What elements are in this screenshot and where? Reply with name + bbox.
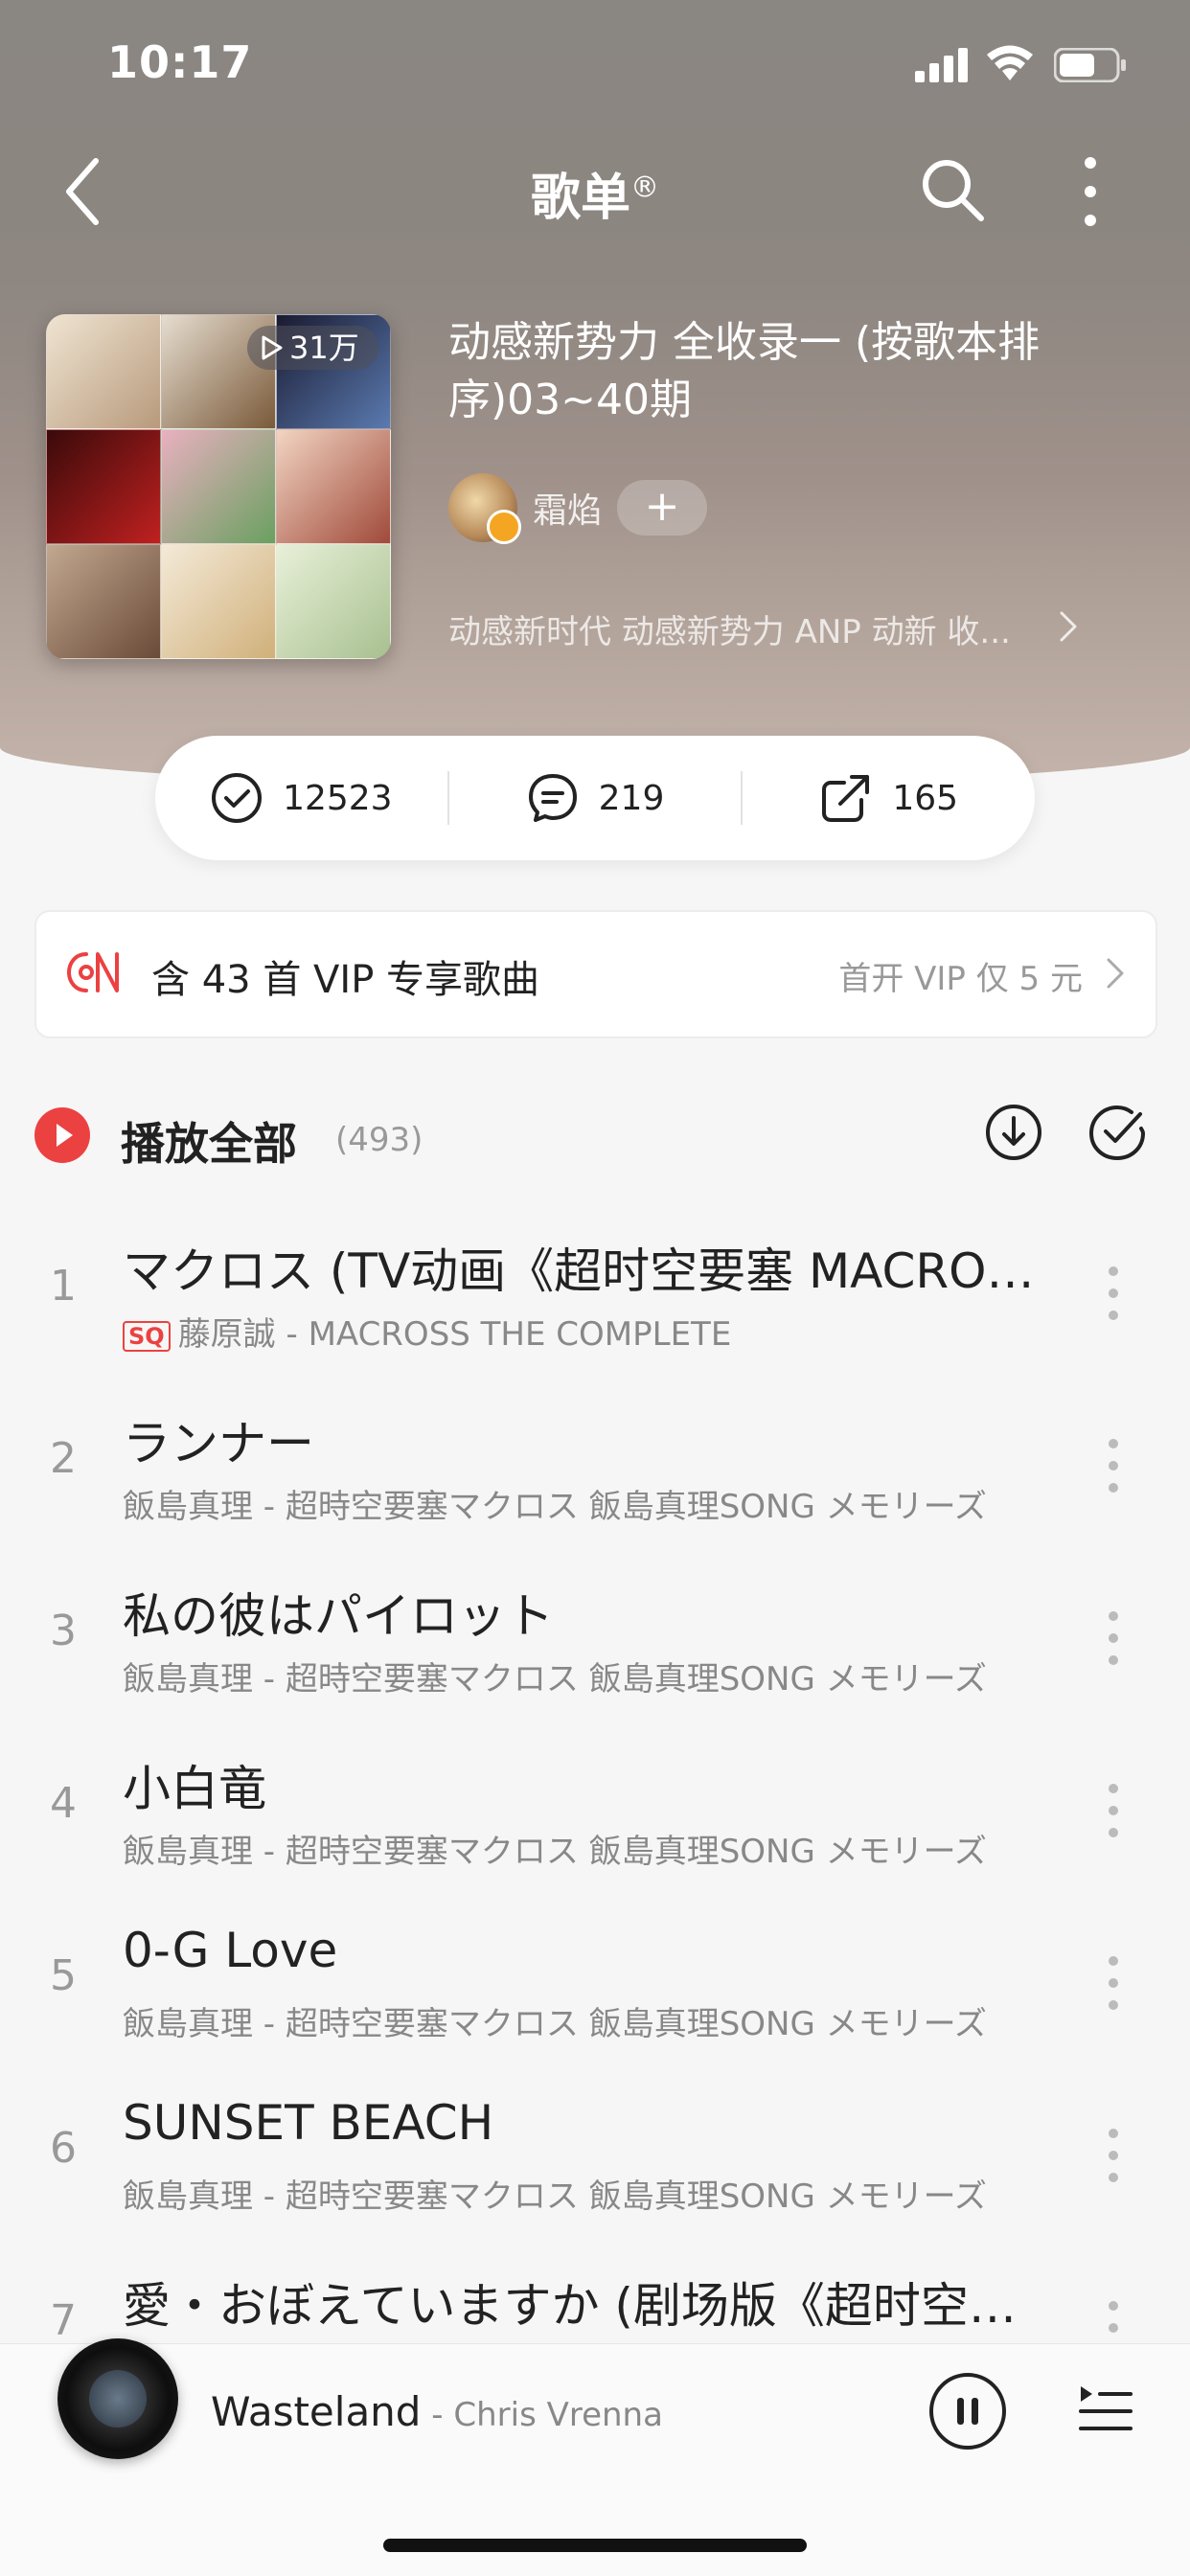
song-subtitle: SQ 藤原誠 - MACROSS THE COMPLETE (123, 1308, 1042, 1355)
signal-icon (915, 48, 968, 82)
more-vertical-icon[interactable] (1102, 1777, 1125, 1844)
song-artist-album: 飯島真理 - 超時空要塞マクロス 飯島真理SONG メモリーズ (123, 1660, 987, 1698)
play-all-button[interactable] (34, 1107, 90, 1163)
share-button[interactable]: 165 (743, 771, 1035, 825)
song-number: 5 (50, 1951, 77, 2000)
now-playing-song: Wasteland (211, 2388, 422, 2435)
vip-banner[interactable]: 含 43 首 VIP 专享歌曲 首开 VIP 仅 5 元 (34, 910, 1157, 1038)
playlist-queue-icon[interactable] (1077, 2381, 1134, 2438)
song-title: SUNSET BEACH (123, 2095, 494, 2151)
song-title: 愛・おぼえていますか (剧场版《超时空要塞》主题曲) (123, 2278, 1042, 2334)
avatar[interactable] (448, 473, 521, 544)
vip-logo-icon (66, 952, 119, 992)
song-row[interactable]: 1 マクロス (TV动画《超时空要塞 MACROSS》片头曲) SQ藤原誠 - … (0, 1212, 1190, 1375)
play-small-icon (262, 335, 283, 360)
more-vertical-icon[interactable] (1102, 1260, 1125, 1327)
comments-count: 219 (598, 778, 665, 818)
more-vertical-icon[interactable] (1102, 2294, 1125, 2342)
song-row[interactable]: 6 SUNSET BEACH 飯島真理 - 超時空要塞マクロス 飯島真理SONG… (0, 2074, 1190, 2237)
song-number: 2 (50, 1434, 77, 1483)
play-count: 31万 (289, 330, 359, 366)
song-title: 小白竜 (123, 1761, 266, 1816)
vip-text: 含 43 首 VIP 专享歌曲 (151, 958, 540, 1002)
more-vertical-icon[interactable] (1102, 1605, 1125, 1672)
multi-select-icon[interactable] (1087, 1102, 1148, 1163)
status-time: 10:17 (107, 36, 253, 88)
sq-quality-badge: SQ (123, 1320, 171, 1352)
song-title: マクロス (TV动画《超时空要塞 MACROSS》片头曲) (123, 1243, 1042, 1299)
play-icon (57, 1124, 73, 1147)
more-vertical-icon[interactable] (1102, 2122, 1125, 2189)
comments-button[interactable]: 219 (449, 771, 742, 825)
creator-row[interactable]: 霜焰 + (448, 473, 708, 544)
song-count: (493) (335, 1121, 423, 1159)
playlist-title: 动感新势力 全收录一 (按歌本排序)03~40期 (448, 318, 1041, 424)
song-row[interactable]: 5 0-G Love 飯島真理 - 超時空要塞マクロス 飯島真理SONG メモリ… (0, 1902, 1190, 2064)
song-number: 1 (50, 1262, 77, 1311)
pause-icon[interactable] (927, 2371, 1008, 2451)
stats-card: 12523 219 165 (155, 736, 1035, 860)
comment-icon (528, 774, 577, 822)
song-title: 0-G Love (123, 1923, 338, 1978)
song-number: 3 (50, 1607, 77, 1655)
more-vertical-icon[interactable] (1102, 1432, 1125, 1499)
vip-badge-icon (487, 510, 521, 544)
playlist-tags[interactable]: 动感新时代 动感新势力 ANP 动新 收... (448, 605, 1081, 652)
now-playing-artist: - Chris Vrenna (421, 2396, 663, 2434)
song-artist-album: 飯島真理 - 超時空要塞マクロス 飯島真理SONG メモリーズ (123, 1488, 987, 1526)
play-count-badge: 31万 (247, 326, 378, 370)
now-playing-cover[interactable] (57, 2338, 178, 2459)
song-number: 6 (50, 2124, 77, 2173)
search-icon[interactable] (918, 155, 987, 224)
page-title: 歌单® (0, 157, 1190, 229)
song-row[interactable]: 4 小白竜 飯島真理 - 超時空要塞マクロス 飯島真理SONG メモリーズ (0, 1729, 1190, 1892)
check-circle-icon (212, 773, 263, 823)
navbar: 歌单® (0, 144, 1190, 239)
now-playing-title[interactable]: Wasteland - Chris Vrenna (211, 2388, 663, 2435)
vip-offer: 首开 VIP 仅 5 元 (838, 960, 1083, 998)
song-row[interactable]: 3 私の彼はパイロット 飯島真理 - 超時空要塞マクロス 飯島真理SONG メモ… (0, 1557, 1190, 1720)
play-all-row: 播放全部 (493) (34, 1102, 1156, 1170)
share-icon (822, 775, 870, 822)
song-row[interactable]: 2 ランナー 飯島真理 - 超時空要塞マクロス 飯島真理SONG メモリーズ (0, 1384, 1190, 1547)
status-bar: 10:17 (0, 0, 1190, 125)
creator-name[interactable]: 霜焰 (533, 483, 602, 533)
download-icon[interactable] (983, 1102, 1044, 1163)
page-title-text: 歌单 (530, 170, 630, 227)
collect-button[interactable]: 12523 (155, 771, 447, 825)
song-title: ランナー (123, 1416, 314, 1471)
more-vertical-icon[interactable] (1071, 155, 1110, 228)
song-artist-album: 飯島真理 - 超時空要塞マクロス 飯島真理SONG メモリーズ (123, 1833, 987, 1871)
song-artist-album: 飯島真理 - 超時空要塞マクロス 飯島真理SONG メモリーズ (123, 2005, 987, 2043)
follow-button[interactable]: + (617, 480, 708, 536)
battery-icon (1054, 48, 1126, 82)
page-title-mark: ® (630, 171, 659, 205)
play-all-label[interactable]: 播放全部 (121, 1109, 297, 1173)
song-artist-album: 藤原誠 - MACROSS THE COMPLETE (177, 1315, 732, 1354)
song-title: 私の彼はパイロット (123, 1588, 554, 1644)
more-vertical-icon[interactable] (1102, 1949, 1125, 2017)
song-row[interactable]: 7 愛・おぼえていますか (剧场版《超时空要塞》主题曲) (0, 2246, 1190, 2342)
chevron-right-icon[interactable] (1054, 607, 1083, 646)
song-artist-album: 飯島真理 - 超時空要塞マクロス 飯島真理SONG メモリーズ (123, 2177, 987, 2216)
wifi-icon (987, 45, 1033, 80)
chevron-right-icon (1107, 958, 1124, 989)
share-count: 165 (892, 778, 959, 818)
collect-count: 12523 (283, 778, 393, 818)
song-number: 4 (50, 1779, 77, 1828)
album-art (89, 2370, 147, 2428)
home-indicator[interactable] (383, 2539, 807, 2552)
song-number: 7 (50, 2296, 77, 2342)
